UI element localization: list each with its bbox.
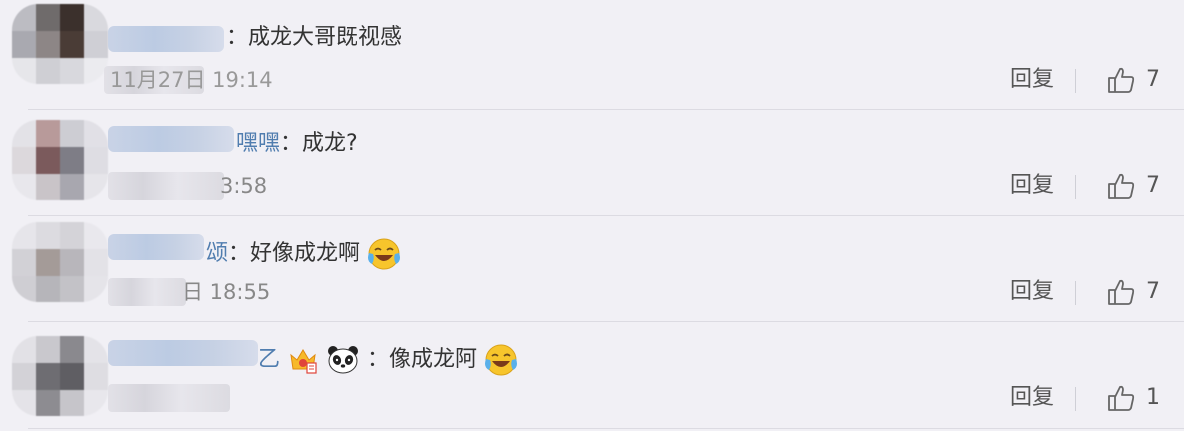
- like-count: 7: [1146, 279, 1160, 304]
- comment-item: 乙 ：像成龙阿 回复 1: [0, 318, 1184, 429]
- comment-text: 嘿嘿：成龙?: [236, 131, 358, 156]
- laugh-cry-emoji: [485, 344, 518, 376]
- username-blurred[interactable]: [108, 234, 204, 260]
- thumbs-up-icon[interactable]: [1106, 278, 1136, 306]
- panda-emoji: [328, 346, 359, 374]
- avatar[interactable]: [12, 222, 108, 302]
- avatar[interactable]: [12, 4, 108, 84]
- reply-button[interactable]: 回复: [1010, 385, 1054, 411]
- crown-badge-icon: [290, 349, 317, 374]
- comment-divider: [28, 428, 1184, 429]
- avatar[interactable]: [12, 336, 108, 416]
- like-count: 7: [1146, 173, 1160, 198]
- comment-item: ：成龙大哥既视感 11月27日 19:14 回复 7: [0, 0, 1184, 110]
- comment-time: 日 18:55: [182, 280, 271, 304]
- reply-button[interactable]: 回复: [1010, 67, 1054, 93]
- divider-vertical: [1075, 281, 1076, 305]
- like-count: 7: [1146, 67, 1160, 92]
- comment-item: 颂：好像成龙啊 日 18:55 回复 7: [0, 212, 1184, 322]
- divider-vertical: [1075, 69, 1076, 93]
- divider-vertical: [1075, 387, 1076, 411]
- thumbs-up-icon[interactable]: [1106, 384, 1136, 412]
- thumbs-up-icon[interactable]: [1106, 172, 1136, 200]
- comment-text: 乙 ：像成龙阿: [258, 343, 518, 377]
- time-blurred: [108, 172, 224, 200]
- comment-text: 颂：好像成龙啊: [206, 237, 401, 271]
- username-blurred[interactable]: [108, 26, 224, 52]
- comment-time: 3:58: [220, 174, 268, 198]
- avatar[interactable]: [12, 120, 108, 200]
- comment-item: 嘿嘿：成龙? 3:58 回复 7: [0, 106, 1184, 216]
- reply-button[interactable]: 回复: [1010, 173, 1054, 199]
- laugh-cry-emoji: [368, 238, 401, 270]
- like-count: 1: [1146, 385, 1160, 410]
- divider-vertical: [1075, 175, 1076, 199]
- comment-time: 11月27日 19:14: [110, 68, 273, 92]
- time-blurred: [108, 384, 230, 412]
- username-blurred[interactable]: [108, 340, 258, 366]
- comment-text: ：成龙大哥既视感: [226, 25, 403, 50]
- reply-button[interactable]: 回复: [1010, 279, 1054, 305]
- username-blurred[interactable]: [108, 126, 234, 152]
- time-blurred: [108, 278, 186, 306]
- thumbs-up-icon[interactable]: [1106, 66, 1136, 94]
